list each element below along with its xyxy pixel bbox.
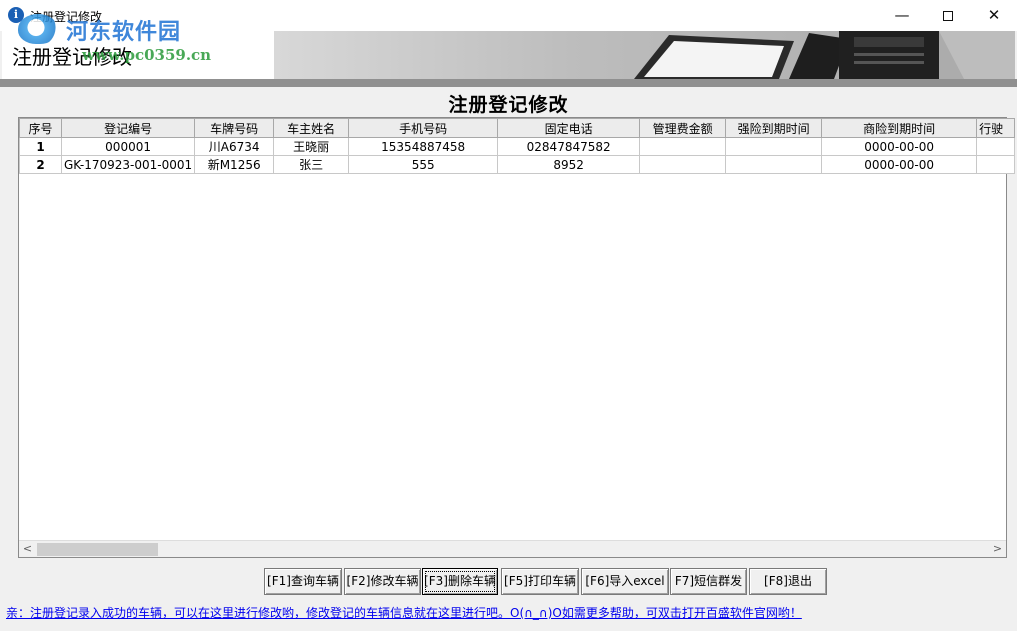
query-vehicle-button[interactable]: [F1]查询车辆 — [264, 568, 342, 595]
table-cell[interactable]: 张三 — [273, 155, 350, 174]
column-header[interactable]: 商险到期时间 — [821, 118, 978, 138]
table-row[interactable]: 2 GK-170923-001-0001 新M1256 张三 555 8952 … — [19, 155, 1016, 174]
maximize-button[interactable] — [925, 0, 971, 31]
minimize-button[interactable]: — — [879, 0, 925, 31]
column-header[interactable]: 管理费金额 — [639, 118, 727, 138]
table-cell[interactable]: 000001 — [60, 137, 196, 156]
table-cell[interactable]: 555 — [348, 155, 499, 174]
table-cell[interactable]: 15354887458 — [348, 137, 499, 156]
data-grid[interactable] — [18, 117, 1007, 558]
column-header[interactable]: 车牌号码 — [194, 118, 275, 138]
panel-title: 注册登记修改 — [448, 94, 569, 116]
table-cell[interactable]: 川A6734 — [194, 137, 275, 156]
print-vehicle-button[interactable]: [F5]打印车辆 — [501, 568, 579, 595]
banner-computer-illustration — [274, 31, 1015, 79]
computer-illustration-icon — [634, 31, 1015, 79]
table-cell[interactable]: 0000-00-00 — [821, 155, 978, 174]
table-row[interactable]: 1 000001 川A6734 王晓丽 15354887458 02847847… — [19, 137, 1016, 156]
import-excel-button[interactable]: [F6]导入excel — [581, 568, 669, 595]
column-header[interactable]: 手机号码 — [348, 118, 499, 138]
table-cell[interactable]: 王晓丽 — [273, 137, 350, 156]
table-cell[interactable]: 新M1256 — [194, 155, 275, 174]
watermark-name: 河东软件园 — [66, 19, 182, 45]
table-cell[interactable] — [639, 155, 727, 174]
sms-broadcast-button[interactable]: F7]短信群发 — [670, 568, 747, 595]
table-cell[interactable]: 2 — [19, 155, 62, 174]
exit-button[interactable]: [F8]退出 — [749, 568, 827, 595]
column-header[interactable]: 行驶 — [976, 118, 1016, 138]
close-button[interactable]: ✕ — [971, 0, 1017, 31]
divider-band — [0, 79, 1017, 87]
scrollbar-thumb[interactable] — [37, 543, 158, 556]
vehicle-table[interactable]: 序号 登记编号 车牌号码 车主姓名 手机号码 固定电话 管理费金额 强险到期时间… — [19, 118, 1016, 174]
column-header[interactable]: 固定电话 — [497, 118, 641, 138]
scroll-left-icon[interactable]: < — [19, 541, 36, 558]
table-cell[interactable] — [639, 137, 727, 156]
watermark-url: www.pc0359.cn — [82, 46, 212, 64]
table-cell[interactable]: 8952 — [497, 155, 641, 174]
table-cell[interactable]: GK-170923-001-0001 — [60, 155, 196, 174]
modify-vehicle-button[interactable]: [F2]修改车辆 — [344, 568, 421, 595]
table-header-row: 序号 登记编号 车牌号码 车主姓名 手机号码 固定电话 管理费金额 强险到期时间… — [19, 118, 1016, 138]
table-cell[interactable] — [976, 155, 1016, 174]
table-cell[interactable]: 0000-00-00 — [821, 137, 978, 156]
watermark-emblem-icon — [18, 14, 58, 44]
table-cell[interactable]: 02847847582 — [497, 137, 641, 156]
help-status-link[interactable]: 亲：注册登记录入成功的车辆，可以在这里进行修改哟，修改登记的车辆信息就在这里进行… — [6, 604, 802, 621]
horizontal-scrollbar[interactable]: < > — [19, 540, 1006, 557]
column-header[interactable]: 车主姓名 — [273, 118, 350, 138]
table-cell[interactable] — [725, 137, 823, 156]
column-header[interactable]: 登记编号 — [60, 118, 196, 138]
close-icon: ✕ — [987, 6, 1001, 24]
maximize-icon — [943, 10, 953, 21]
scroll-right-icon[interactable]: > — [989, 541, 1006, 558]
watermark-logo: 河东软件园 www.pc0359.cn — [18, 14, 213, 74]
table-cell[interactable]: 1 — [19, 137, 62, 156]
column-header[interactable]: 序号 — [19, 118, 62, 138]
delete-vehicle-button[interactable]: [F3]删除车辆 — [422, 568, 498, 595]
minimize-icon: — — [894, 6, 910, 24]
column-header[interactable]: 强险到期时间 — [725, 118, 823, 138]
table-cell[interactable] — [976, 137, 1016, 156]
table-cell[interactable] — [725, 155, 823, 174]
